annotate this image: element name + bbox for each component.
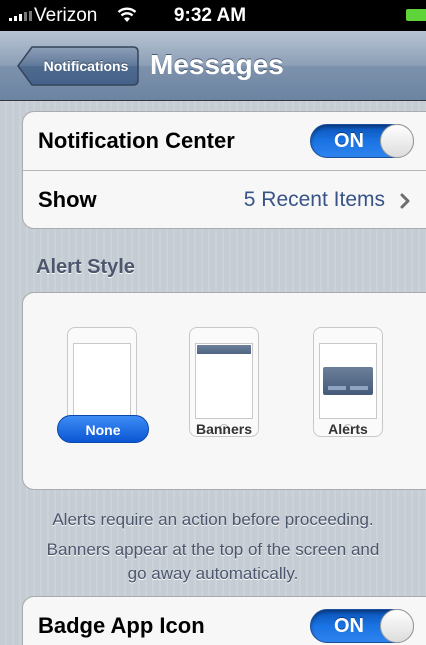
- alert-style-banners-button[interactable]: Banners: [178, 415, 270, 443]
- notification-center-label: Notification Center: [38, 128, 235, 153]
- page-title: Messages: [150, 49, 284, 80]
- banner-preview: [197, 345, 251, 354]
- show-label: Show: [38, 187, 97, 212]
- chevron-right-icon: [400, 193, 410, 209]
- badge-app-icon-toggle[interactable]: ON: [310, 609, 414, 643]
- alert-preview-button: [350, 386, 368, 390]
- notification-settings-group: Notification Center ON Show 5 Recent Ite…: [22, 111, 426, 229]
- alert-style-header: Alert Style: [36, 256, 135, 278]
- toggle-knob: [380, 124, 414, 158]
- status-bar: Verizon 9:32 AM: [0, 0, 426, 31]
- badge-app-icon-label: Badge App Icon: [38, 613, 205, 638]
- phone-screen: [73, 343, 131, 419]
- alert-style-footer-line-1: Alerts require an action before proceedi…: [52, 510, 374, 529]
- badge-group: Badge App Icon ON: [22, 596, 426, 645]
- show-row[interactable]: Show 5 Recent Items: [23, 171, 426, 229]
- show-value: 5 Recent Items: [243, 188, 385, 211]
- toggle-on-label: ON: [334, 615, 364, 637]
- notification-center-row: Notification Center ON: [23, 112, 426, 170]
- back-button-label: Notifications: [43, 58, 129, 74]
- alert-style-footer-line-2: Banners appear at the top of the screen …: [46, 540, 380, 559]
- alert-style-group: None Banners Alerts: [22, 292, 426, 490]
- battery-icon: [406, 9, 426, 21]
- navigation-bar: Notifications Messages: [0, 31, 426, 101]
- alert-style-none-button[interactable]: None: [57, 415, 149, 443]
- toggle-knob: [380, 609, 414, 643]
- phone-screen: [319, 343, 377, 419]
- clock: 9:32 AM: [173, 5, 247, 26]
- alert-preview: [323, 367, 373, 395]
- alert-style-alerts-button[interactable]: Alerts: [302, 415, 394, 443]
- notification-center-toggle[interactable]: ON: [310, 124, 414, 158]
- badge-app-icon-row: Badge App Icon ON: [23, 597, 426, 645]
- phone-screen: [195, 343, 253, 419]
- alert-preview-button: [328, 386, 346, 390]
- alert-style-footer-line-3: go away automatically.: [127, 564, 299, 583]
- toggle-on-label: ON: [334, 130, 364, 152]
- back-button[interactable]: Notifications: [16, 45, 140, 87]
